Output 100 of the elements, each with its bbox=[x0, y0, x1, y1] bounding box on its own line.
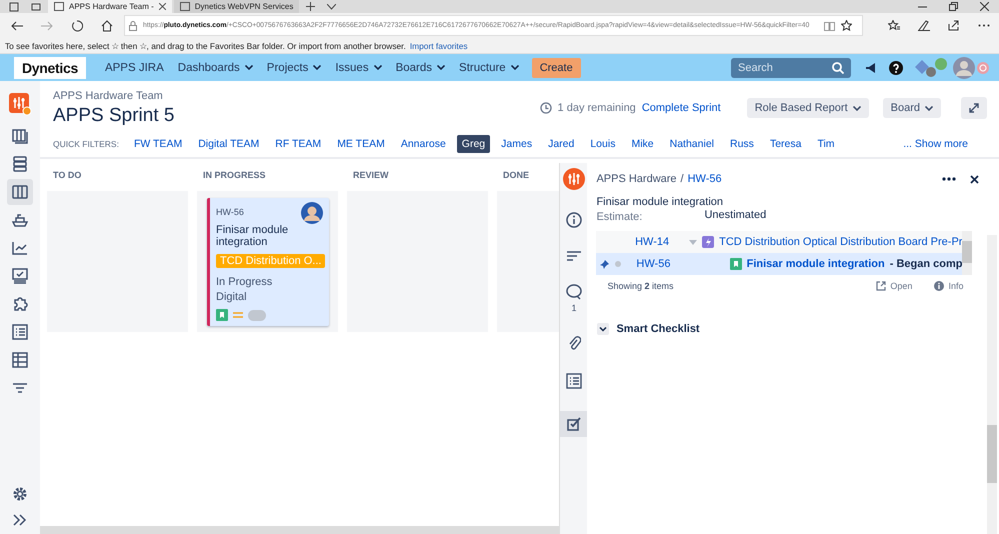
checklist-icon[interactable] bbox=[566, 373, 582, 389]
browser-tab[interactable]: APPS Hardware Team - bbox=[48, 0, 172, 13]
settings-icon[interactable] bbox=[12, 486, 28, 502]
epic-icon bbox=[702, 236, 714, 248]
column-header: TO DO bbox=[52, 170, 82, 182]
story-icon bbox=[730, 258, 742, 270]
issue-component: Digital bbox=[216, 291, 247, 303]
issue-summary: Finisar module integration bbox=[596, 196, 724, 208]
quick-filter[interactable]: Teresa bbox=[764, 135, 806, 153]
nav-menu[interactable]: Structure bbox=[452, 62, 526, 74]
time-remaining: 1 day remaining bbox=[558, 102, 636, 114]
star-icon[interactable] bbox=[841, 20, 852, 31]
create-button[interactable]: Create bbox=[532, 58, 581, 78]
nav-menu[interactable]: Dashboards bbox=[170, 62, 260, 74]
open-link[interactable]: Open bbox=[890, 281, 912, 291]
lock-icon bbox=[129, 20, 137, 30]
story-icon bbox=[216, 309, 228, 321]
nav-menu[interactable]: Projects bbox=[260, 62, 328, 74]
column-header: REVIEW bbox=[352, 170, 390, 182]
estimate-label: Estimate: bbox=[596, 211, 644, 223]
item-count: Showing 2 items bbox=[607, 281, 674, 291]
quick-filter[interactable]: RF TEAM bbox=[270, 135, 326, 153]
estimate-pill-icon bbox=[248, 310, 266, 320]
issue-card[interactable]: HW-56 Finisar module integration TCD Distribution O... In Progress Digital bbox=[207, 198, 329, 326]
help-icon[interactable] bbox=[889, 60, 903, 74]
page-icon bbox=[180, 2, 190, 11]
quick-filter[interactable]: FW TEAM bbox=[128, 135, 188, 153]
assignee-avatar bbox=[301, 202, 323, 224]
scrollbar[interactable] bbox=[962, 231, 972, 275]
close-icon[interactable] bbox=[970, 174, 979, 184]
expand-icon[interactable] bbox=[13, 514, 27, 526]
scrollbar[interactable] bbox=[987, 235, 997, 534]
pin-icon[interactable] bbox=[600, 260, 610, 268]
comment-count: 1 bbox=[571, 303, 576, 313]
project-icon[interactable] bbox=[9, 93, 31, 115]
issue-key: HW-56 bbox=[216, 207, 244, 217]
structure-row[interactable]: HW-56 Finisar module integration - Began comp bbox=[596, 253, 962, 275]
info-icon[interactable] bbox=[934, 281, 944, 291]
issue-status: In Progress bbox=[216, 276, 272, 288]
favorites-message: To see favorites here, select ☆ then ☆, and drag to the Favorites Bar folder. Or import from another browser. bbox=[5, 40, 406, 50]
info-icon[interactable] bbox=[566, 212, 582, 228]
collapse-icon[interactable] bbox=[597, 323, 610, 335]
breadcrumb-separator: / bbox=[680, 173, 684, 185]
search-icon bbox=[832, 62, 844, 74]
logo[interactable]: Dynetics bbox=[14, 56, 86, 78]
project-name[interactable]: APPS Hardware bbox=[596, 173, 677, 185]
issue-summary: Finisar module integration bbox=[216, 224, 290, 248]
issue-key-link[interactable]: HW-56 bbox=[688, 173, 722, 185]
more-icon[interactable] bbox=[942, 177, 956, 181]
nav-menu[interactable]: Issues bbox=[328, 62, 389, 74]
scrollbar[interactable] bbox=[40, 526, 560, 534]
epic-link[interactable]: TCD Distribution Optical Distribution Board Pre-Pr bbox=[719, 236, 962, 248]
info-link[interactable]: Info bbox=[948, 281, 964, 291]
breadcrumb[interactable]: APPS Hardware Team bbox=[53, 90, 174, 102]
quick-filter[interactable]: Annarose bbox=[396, 135, 451, 153]
page-icon bbox=[54, 2, 64, 11]
chevron-down-icon bbox=[925, 106, 933, 110]
quick-filter[interactable]: James bbox=[496, 135, 538, 153]
quick-filter[interactable]: Nathaniel bbox=[664, 135, 719, 153]
quick-filter[interactable]: ME TEAM bbox=[332, 135, 390, 153]
expand-arrows-icon bbox=[969, 103, 979, 113]
board-icon[interactable] bbox=[7, 179, 33, 205]
column-header: DONE bbox=[502, 170, 530, 182]
description-icon[interactable] bbox=[566, 250, 582, 262]
chevron-down-icon bbox=[313, 65, 322, 70]
quick-filter[interactable]: Louis bbox=[585, 135, 620, 153]
status-dot-icon bbox=[615, 261, 622, 267]
search-field[interactable]: Search bbox=[731, 58, 851, 78]
structure-row[interactable]: HW-14 TCD Distribution Optical Distribution Board Pre-Pr bbox=[596, 231, 962, 253]
quick-filter[interactable]: Russ bbox=[725, 135, 759, 153]
paperclip-icon[interactable] bbox=[566, 335, 581, 351]
fullscreen-button[interactable] bbox=[961, 97, 987, 119]
external-link-icon[interactable] bbox=[876, 281, 886, 291]
quick-filter[interactable]: Tim bbox=[812, 135, 840, 153]
chevron-down-icon bbox=[244, 65, 253, 70]
browser-tab[interactable]: Dynetics WebVPN Services bbox=[174, 0, 300, 13]
chevron-down-icon bbox=[852, 106, 861, 110]
chevron-down-icon bbox=[437, 65, 446, 70]
nav-menu[interactable]: Boards bbox=[388, 62, 452, 74]
import-favorites-link[interactable]: Import favorites bbox=[410, 40, 468, 50]
issue-key-link[interactable]: HW-56 bbox=[636, 258, 672, 270]
complete-sprint-link[interactable]: Complete Sprint bbox=[642, 102, 721, 114]
checkbox-icon bbox=[566, 417, 581, 431]
issue-summary-link[interactable]: Finisar module integration bbox=[746, 258, 885, 270]
app-link[interactable]: APPS JIRA bbox=[98, 62, 171, 74]
project-icon[interactable] bbox=[562, 168, 585, 190]
quick-filter[interactable]: Jared bbox=[543, 135, 580, 153]
smart-checklist-tab[interactable] bbox=[560, 411, 588, 437]
chevron-down-icon bbox=[374, 65, 382, 70]
quick-filter[interactable]: Digital TEAM bbox=[193, 135, 264, 153]
dropdown-button[interactable]: Role Based Report bbox=[746, 98, 869, 118]
column-header: IN PROGRESS bbox=[202, 170, 267, 182]
close-icon[interactable] bbox=[158, 3, 166, 10]
comment-icon[interactable] bbox=[566, 284, 582, 300]
dropdown-button[interactable]: Board bbox=[882, 98, 941, 118]
show-more-link[interactable]: ... Show more bbox=[898, 135, 973, 153]
quick-filter[interactable]: Greg bbox=[456, 135, 490, 153]
issue-key-link[interactable]: HW-14 bbox=[635, 236, 670, 248]
reading-view-icon[interactable] bbox=[824, 20, 835, 30]
quick-filter[interactable]: Mike bbox=[626, 135, 659, 153]
